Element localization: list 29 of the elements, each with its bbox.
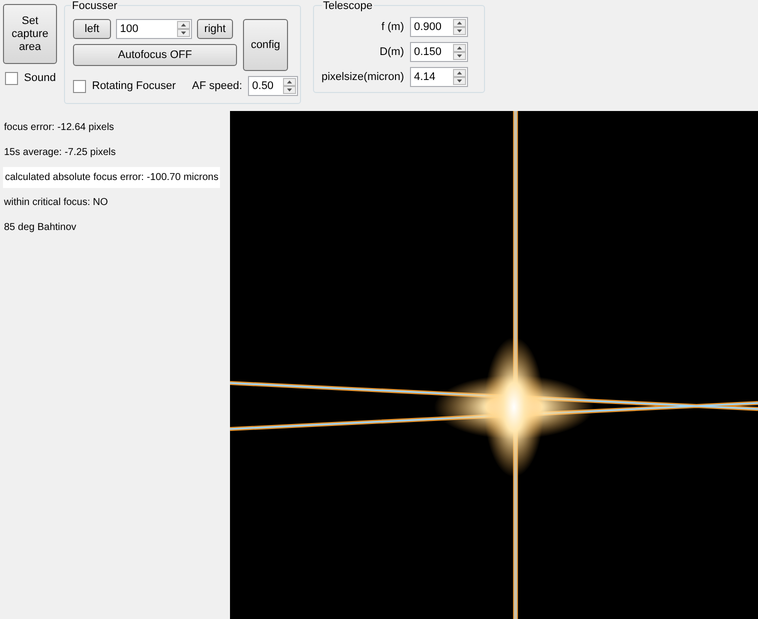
telescope-title: Telescope [322,0,374,14]
number-spinner[interactable]: 0.900 [410,17,468,37]
step-spinner[interactable]: 100 [116,19,192,39]
field-label: D(m) [380,44,404,60]
number-spinner[interactable]: 0.150 [410,42,468,62]
focus-readout: within critical focus: NO [3,196,109,210]
af-speed-spinner[interactable]: 0.50 [248,76,298,96]
config-button[interactable]: config [243,19,288,71]
spinner-arrows-icon [453,19,466,35]
spinner-arrows-icon [177,21,190,37]
rotating-focuser-label: Rotating Focuser [92,78,177,94]
focus-readout: focus error: -12.64 pixels [3,121,116,135]
number-spinner[interactable]: 4.14 [410,67,468,87]
left-button[interactable]: left [73,19,111,39]
sound-label: Sound [24,71,56,86]
right-button[interactable]: right [197,19,233,39]
sound-checkbox[interactable] [5,72,18,85]
spinner-arrows-icon [283,78,296,94]
spinner-arrows-icon [453,44,466,60]
focus-readout: 85 deg Bahtinov [3,221,78,235]
set-capture-area-button[interactable]: Set capture area [3,4,57,64]
rotating-focuser-checkbox[interactable] [73,80,86,92]
field-label: pixelsize(micron) [321,70,404,85]
spinner-arrows-icon [453,69,466,85]
focus-readout: 15s average: -7.25 pixels [3,146,117,160]
autofocus-button[interactable]: Autofocus OFF [73,44,237,66]
af-speed-label: AF speed: [192,78,242,94]
focus-readout: calculated absolute focus error: -100.70 microns [3,167,220,188]
field-label: f (m) [381,20,404,35]
